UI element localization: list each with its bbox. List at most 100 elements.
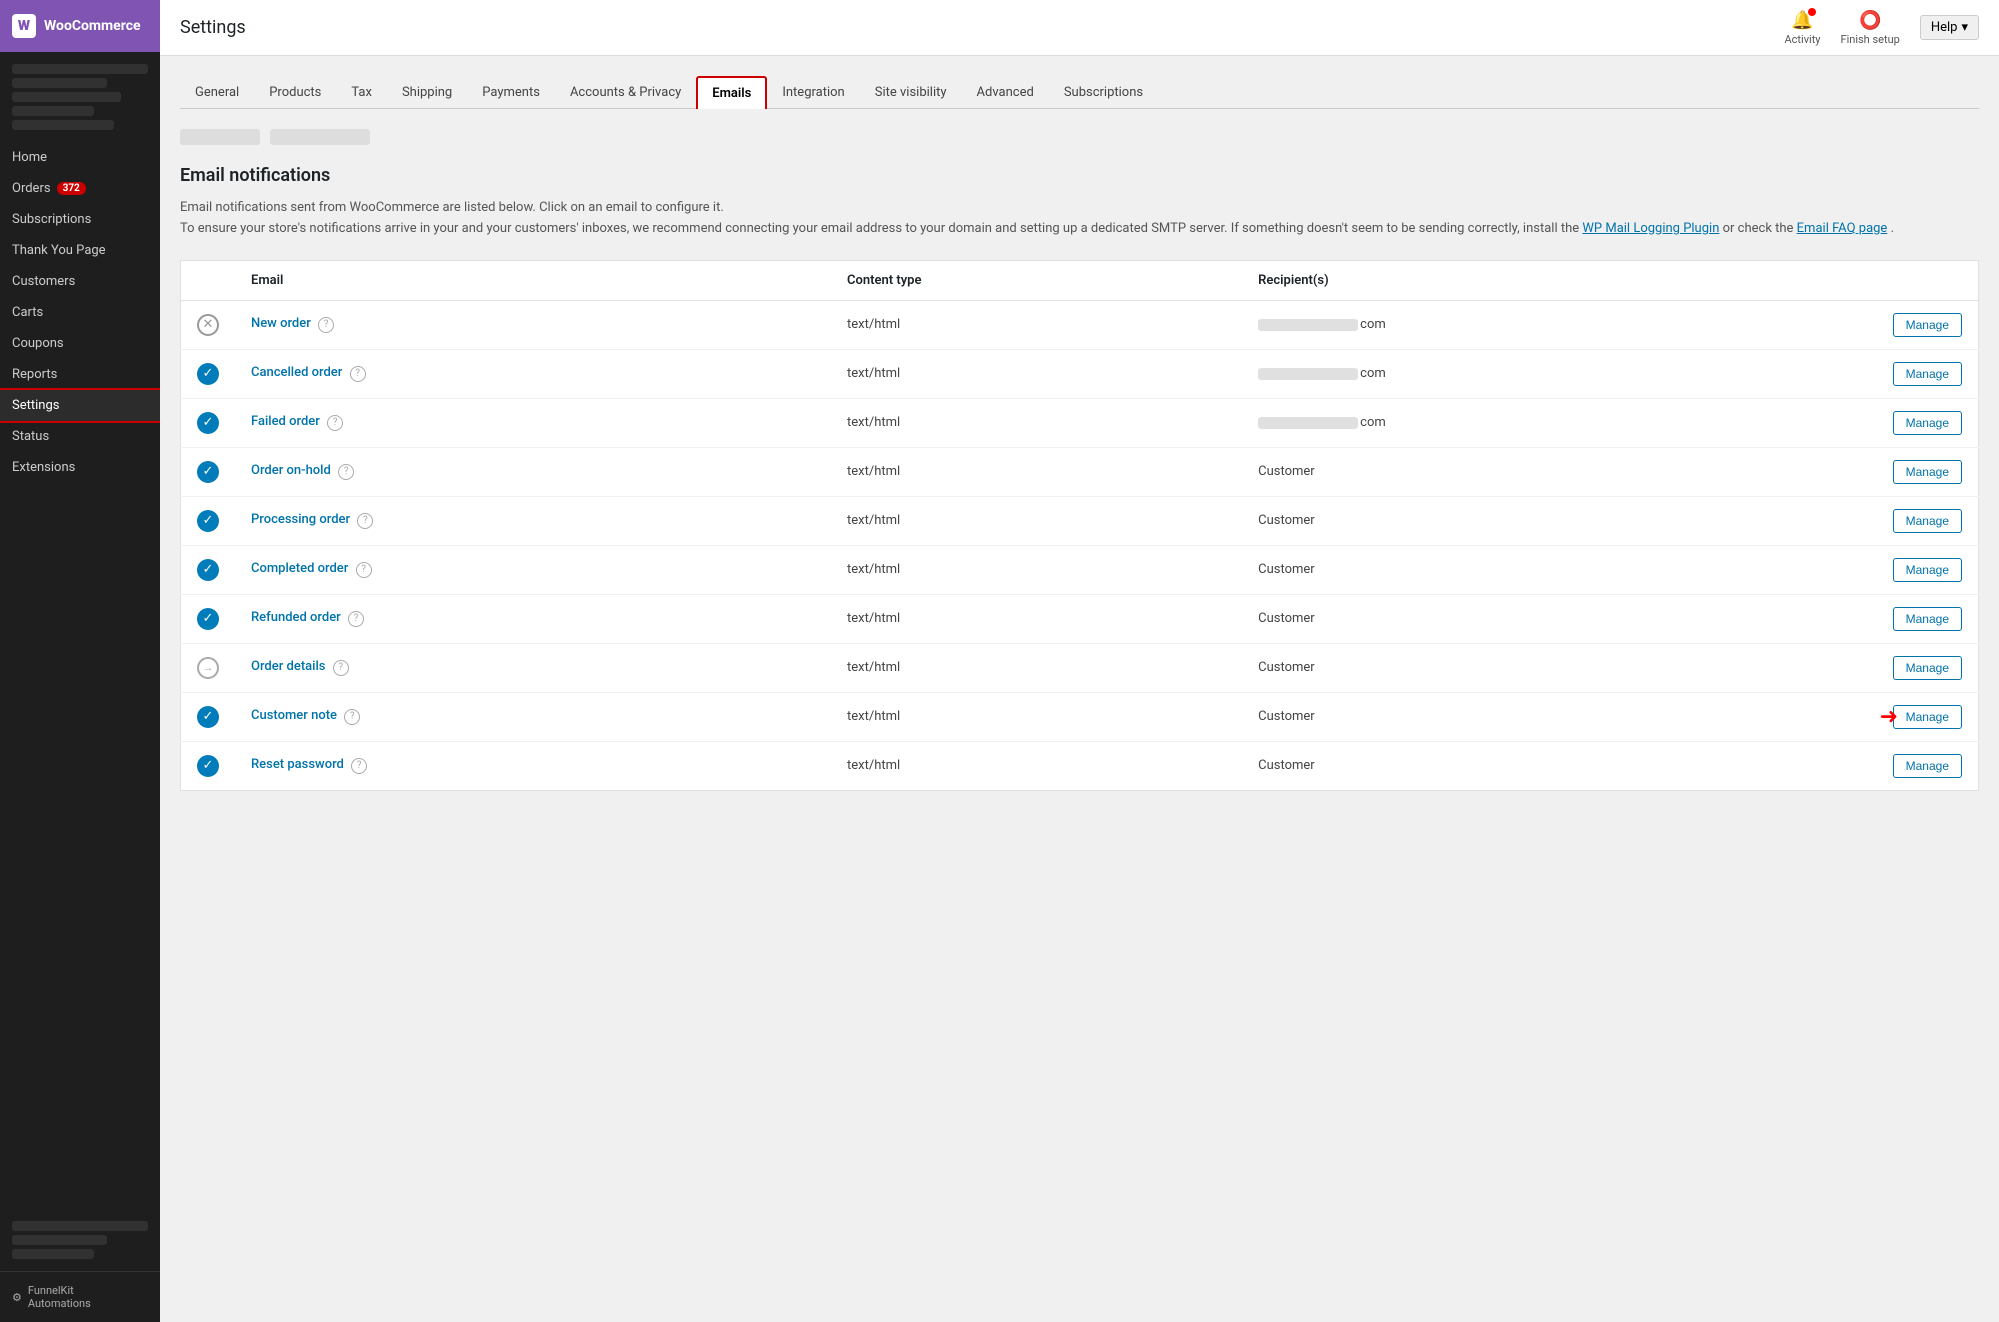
status-enabled-icon: ✓ [197,461,219,483]
sidebar-logo-label: WooCommerce [44,18,141,34]
content-type-cell: text/html [831,643,1242,692]
tab-subscriptions[interactable]: Subscriptions [1049,76,1158,109]
table-row: → Order details ? text/html Customer Man… [181,643,1979,692]
help-tooltip-icon[interactable]: ? [338,464,354,480]
email-name-cell: Customer note ? [235,692,831,741]
content-type-cell: text/html [831,349,1242,398]
help-tooltip-icon[interactable]: ? [327,415,343,431]
tab-advanced[interactable]: Advanced [962,76,1049,109]
sub-tabs [180,129,1979,145]
sidebar-nav: Home Orders 372 Subscriptions Thank You … [0,142,160,1209]
help-button[interactable]: Help ▾ [1920,15,1979,40]
email-name-link[interactable]: Order on-hold [251,463,331,478]
email-name-link[interactable]: Cancelled order [251,365,342,380]
manage-button[interactable]: Manage [1893,362,1962,386]
sidebar-logo[interactable]: W WooCommerce [0,0,160,52]
recipient-cell: Customer [1242,545,1858,594]
tab-payments[interactable]: Payments [467,76,555,109]
manage-button[interactable]: Manage [1893,509,1962,533]
status-enabled-icon: ✓ [197,363,219,385]
help-tooltip-icon[interactable]: ? [351,758,367,774]
sidebar-item-coupons[interactable]: Coupons [0,328,160,359]
manage-cell: Manage [1859,643,1979,692]
email-name-link[interactable]: Failed order [251,414,320,429]
finish-setup-button[interactable]: ⭕ Finish setup [1841,10,1900,46]
help-chevron-icon: ▾ [1961,20,1968,35]
manage-button[interactable]: Manage [1893,656,1962,680]
email-faq-link[interactable]: Email FAQ page [1797,221,1888,236]
manage-button[interactable]: Manage [1893,607,1962,631]
sidebar-item-home[interactable]: Home [0,142,160,173]
status-cell: ✕ [181,300,236,349]
table-row: ✓ Reset password ? text/html Customer Ma… [181,741,1979,790]
content-type-cell: text/html [831,545,1242,594]
email-name-link[interactable]: Completed order [251,561,348,576]
help-tooltip-icon[interactable]: ? [333,660,349,676]
email-name-cell: New order ? [235,300,831,349]
email-name-link[interactable]: Processing order [251,512,350,527]
section-title: Email notifications [180,165,1979,186]
status-cell: ✓ [181,398,236,447]
table-row: ✓ Order on-hold ? text/html Customer Man… [181,447,1979,496]
tab-accounts-privacy[interactable]: Accounts & Privacy [555,76,696,109]
finish-setup-label: Finish setup [1841,33,1900,46]
sidebar-item-status[interactable]: Status [0,421,160,452]
status-cell: ✓ [181,545,236,594]
settings-tabs: General Products Tax Shipping Payments A… [180,76,1979,109]
status-enabled-icon: ✓ [197,608,219,630]
sidebar-item-reports[interactable]: Reports [0,359,160,390]
email-name-link[interactable]: New order [251,316,311,331]
content-type-cell: text/html [831,300,1242,349]
tab-general[interactable]: General [180,76,254,109]
activity-button[interactable]: 🔔 Activity [1784,10,1820,46]
tab-shipping[interactable]: Shipping [387,76,467,109]
help-tooltip-icon[interactable]: ? [344,709,360,725]
red-arrow-indicator: ➜ [1880,704,1898,729]
manage-button[interactable]: Manage [1893,705,1962,729]
sidebar-item-carts[interactable]: Carts [0,297,160,328]
sub-tab-2[interactable] [270,129,370,145]
email-name-link[interactable]: Reset password [251,757,344,772]
table-row: ✓ Completed order ? text/html Customer M… [181,545,1979,594]
sidebar-item-thank-you-page[interactable]: Thank You Page [0,235,160,266]
tab-tax[interactable]: Tax [336,76,387,109]
recipient-cell: Customer [1242,594,1858,643]
help-tooltip-icon[interactable]: ? [348,611,364,627]
email-name-link[interactable]: Order details [251,659,326,674]
sidebar-item-extensions[interactable]: Extensions [0,452,160,483]
manage-cell: Manage [1859,300,1979,349]
tab-emails[interactable]: Emails [696,76,767,109]
manage-button[interactable]: Manage [1893,411,1962,435]
status-enabled-icon: ✓ [197,510,219,532]
help-tooltip-icon[interactable]: ? [318,317,334,333]
activity-label: Activity [1784,33,1820,46]
status-disabled-icon: ✕ [197,314,219,336]
recipient-blurred [1258,319,1358,331]
manage-button[interactable]: Manage [1893,558,1962,582]
email-name-link[interactable]: Refunded order [251,610,341,625]
sub-tab-1[interactable] [180,129,260,145]
help-tooltip-icon[interactable]: ? [356,562,372,578]
sidebar: W WooCommerce Home Orders 372 Subscripti… [0,0,160,1322]
manage-button[interactable]: Manage [1893,313,1962,337]
manage-button[interactable]: Manage [1893,460,1962,484]
status-cell: ✓ [181,349,236,398]
email-name-cell: Completed order ? [235,545,831,594]
tab-products[interactable]: Products [254,76,336,109]
orders-badge: 372 [57,182,86,195]
section-description: Email notifications sent from WooCommerc… [180,198,1979,240]
sidebar-footer[interactable]: ⚙ FunnelKitAutomations [0,1271,160,1322]
sidebar-item-settings[interactable]: Settings [0,390,160,421]
wp-mail-logging-link[interactable]: WP Mail Logging Plugin [1582,221,1719,236]
email-name-link[interactable]: Customer note [251,708,337,723]
sidebar-item-subscriptions[interactable]: Subscriptions [0,204,160,235]
help-tooltip-icon[interactable]: ? [350,366,366,382]
manage-button[interactable]: Manage [1893,754,1962,778]
sidebar-item-orders[interactable]: Orders 372 [0,173,160,204]
sidebar-item-customers[interactable]: Customers [0,266,160,297]
activity-icon: 🔔 [1791,10,1813,31]
tab-site-visibility[interactable]: Site visibility [860,76,962,109]
tab-integration[interactable]: Integration [767,76,859,109]
help-tooltip-icon[interactable]: ? [357,513,373,529]
col-header-email: Email [235,260,831,300]
